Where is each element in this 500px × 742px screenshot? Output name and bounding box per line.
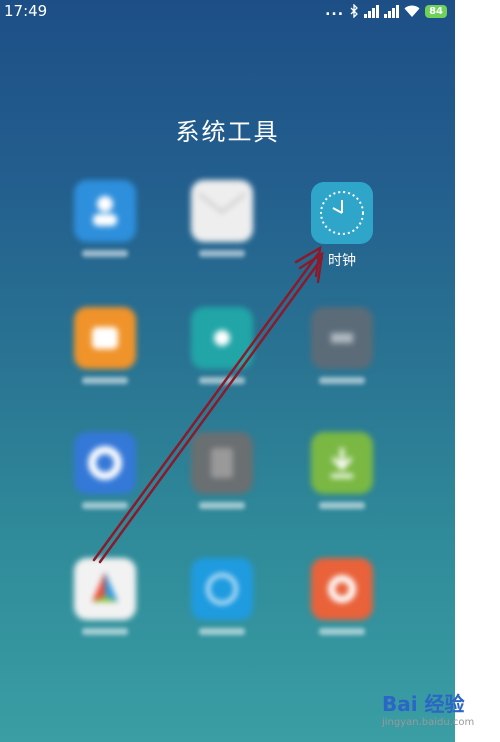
- app-messages[interactable]: [177, 180, 267, 257]
- clock-icon: [311, 182, 373, 244]
- blue-ring-icon: [74, 432, 136, 494]
- wifi-icon: [404, 5, 420, 17]
- app-label: [319, 502, 365, 509]
- app-calculator[interactable]: [177, 432, 267, 509]
- download-icon: [311, 432, 373, 494]
- phone-screen: 17:49 ... 84 系统工具 时钟: [0, 0, 455, 742]
- more-notifications-icon: ...: [325, 3, 345, 19]
- app-label: [82, 502, 128, 509]
- app-teal[interactable]: [177, 307, 267, 384]
- app-label: [199, 250, 245, 257]
- app-orange[interactable]: [60, 307, 150, 384]
- app-colorful[interactable]: [60, 558, 150, 635]
- bluetooth-icon: [350, 4, 358, 18]
- app-blue-ring[interactable]: [60, 432, 150, 509]
- app-download[interactable]: [297, 432, 387, 509]
- gray-app-icon: [311, 307, 373, 369]
- battery-icon: 84: [425, 4, 447, 18]
- contacts-icon: [74, 180, 136, 242]
- signal-strength-icon: [364, 4, 380, 18]
- app-grid: 时钟: [60, 180, 400, 640]
- orange-app-icon: [74, 307, 136, 369]
- teal-app-icon: [191, 307, 253, 369]
- watermark-main: Bai 经验: [382, 692, 465, 716]
- app-label: [82, 628, 128, 635]
- calculator-icon: [191, 432, 253, 494]
- app-label: [199, 628, 245, 635]
- app-label: [319, 377, 365, 384]
- colorful-app-icon: [74, 558, 136, 620]
- red-app-icon: [311, 558, 373, 620]
- app-red[interactable]: [297, 558, 387, 635]
- app-label-clock: 时钟: [328, 253, 356, 269]
- status-time: 17:49: [4, 2, 48, 20]
- app-label: [199, 502, 245, 509]
- watermark-url: jingyan.baidu.com: [382, 717, 475, 728]
- app-contacts[interactable]: [60, 180, 150, 257]
- baidu-jingyan-watermark: Bai 经验 jingyan.baidu.com: [382, 688, 492, 738]
- signal-strength-icon-2: [384, 4, 400, 18]
- folder-title: 系统工具: [175, 118, 280, 146]
- app-label: [82, 377, 128, 384]
- cyan-app-icon: [191, 558, 253, 620]
- status-icons: ... 84: [325, 3, 447, 19]
- status-bar: 17:49 ... 84: [0, 0, 455, 24]
- app-cyan[interactable]: [177, 558, 267, 635]
- app-label: [319, 628, 365, 635]
- app-label: [199, 377, 245, 384]
- app-label: [82, 250, 128, 257]
- app-clock[interactable]: 时钟: [297, 182, 387, 269]
- mail-icon: [191, 180, 253, 242]
- app-gray[interactable]: [297, 307, 387, 384]
